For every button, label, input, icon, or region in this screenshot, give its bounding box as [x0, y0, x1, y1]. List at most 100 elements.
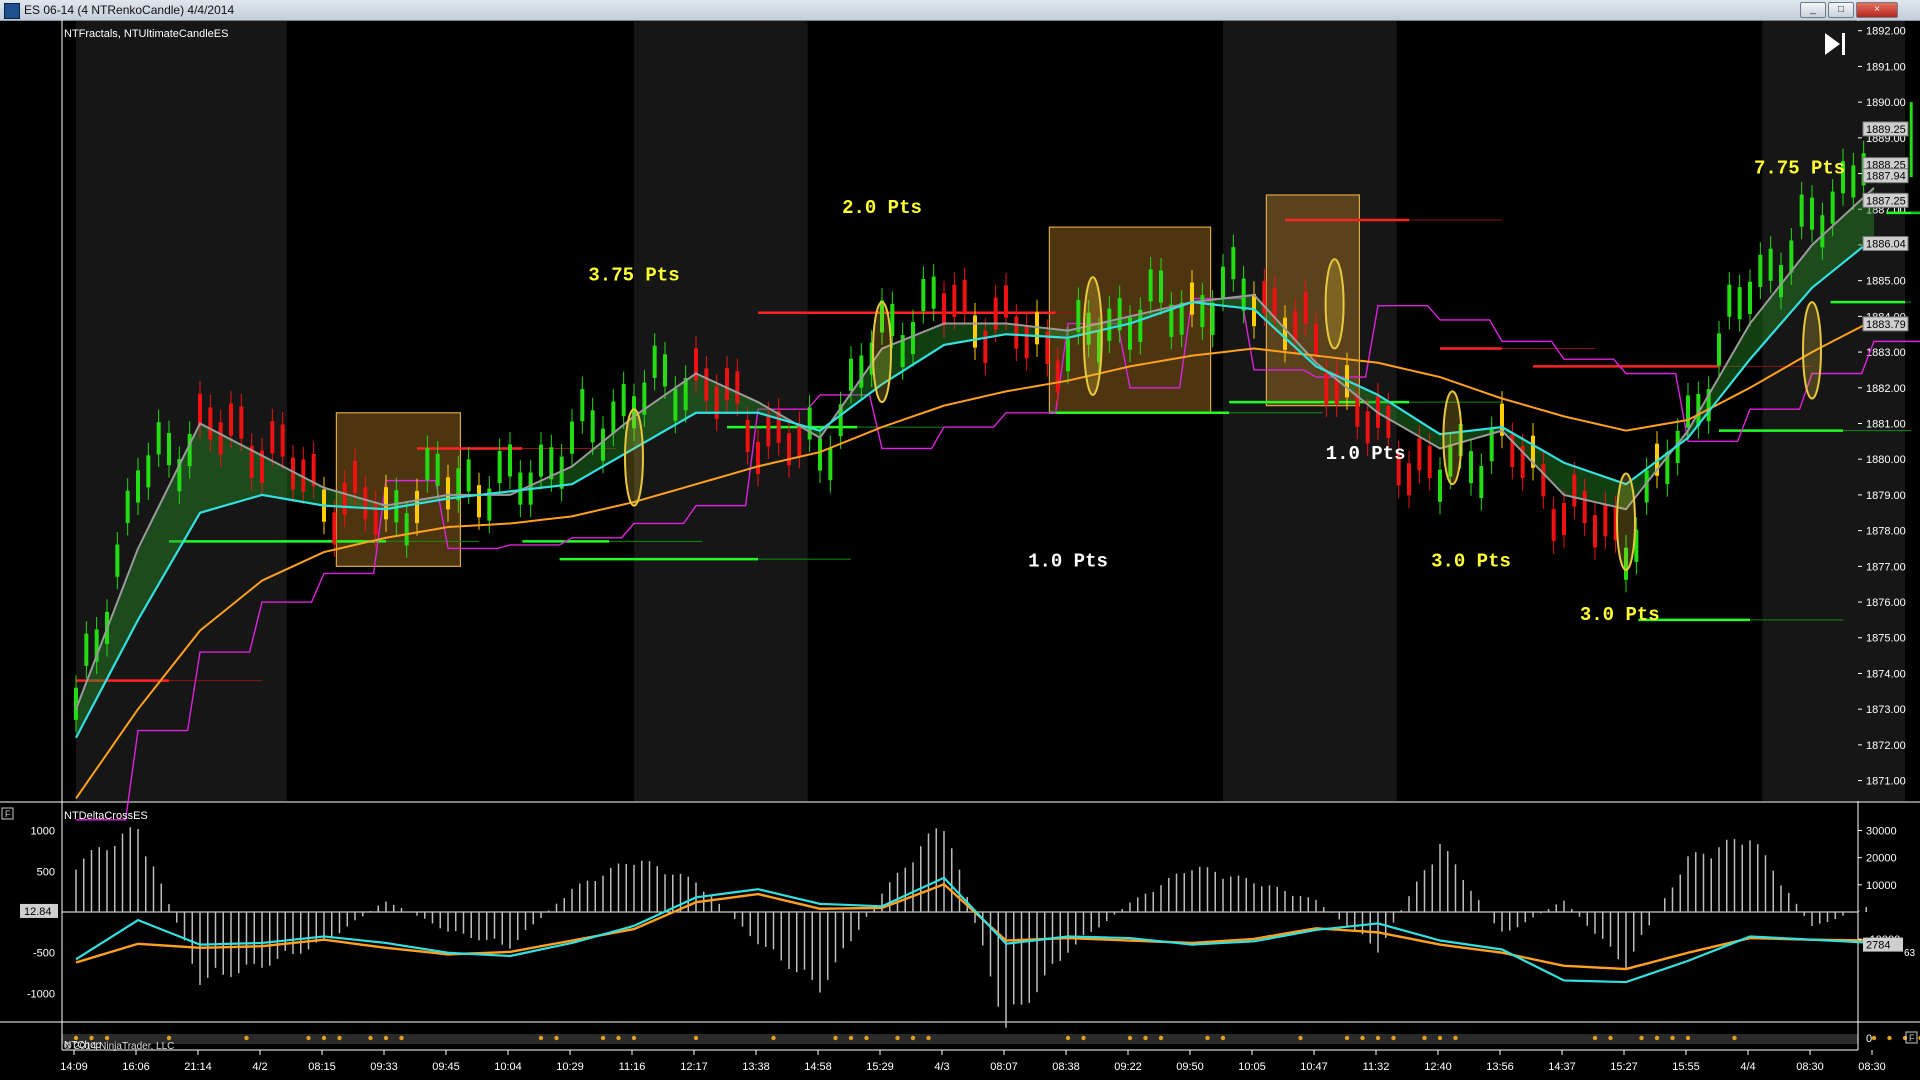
time-tick-label: 09:33 — [370, 1061, 398, 1073]
price-bar — [1004, 285, 1008, 318]
lower-panel-icon[interactable]: F — [1, 807, 14, 820]
time-tick-label: 09:50 — [1176, 1061, 1204, 1073]
chop-dot — [554, 1035, 559, 1041]
signal-ellipse — [1082, 276, 1103, 396]
signal-ellipse — [1324, 258, 1345, 350]
price-bar — [332, 512, 337, 545]
chop-dot — [1887, 1035, 1892, 1041]
chop-dot — [864, 1035, 869, 1041]
time-tick-label: 15:29 — [866, 1061, 894, 1073]
maximize-button[interactable]: □ — [1828, 2, 1854, 18]
price-bar — [1551, 508, 1556, 542]
price-bar — [828, 448, 833, 481]
price-bar — [1603, 504, 1608, 537]
chop-dot — [321, 1035, 327, 1041]
price-bar — [1593, 515, 1597, 548]
time-tick-label: 14:58 — [804, 1061, 832, 1073]
time-tick-label: 11:16 — [619, 1061, 646, 1073]
delta-left-tick: -1000 — [27, 988, 55, 1000]
points-annotation: 7.75 Pts — [1754, 158, 1845, 180]
price-tick-label: 1892.00 — [1866, 26, 1906, 38]
price-bar — [1355, 394, 1360, 427]
price-bar — [1407, 463, 1411, 496]
price-bar — [1179, 302, 1184, 335]
chop-dot — [1360, 1035, 1365, 1041]
price-bar — [477, 485, 481, 518]
price-bar — [663, 354, 667, 387]
points-annotation: 3.0 Pts — [1580, 604, 1660, 626]
chop-dot — [1375, 1035, 1381, 1041]
time-tick-label: 08:38 — [1052, 1061, 1080, 1073]
price-tick-label: 1881.00 — [1866, 418, 1906, 430]
price-bar — [601, 428, 605, 461]
price-bar — [404, 513, 409, 546]
chop-dot — [1670, 1035, 1675, 1041]
delta-right-tick: 20000 — [1866, 853, 1897, 865]
chop-dot — [895, 1035, 900, 1041]
price-bar — [384, 487, 388, 520]
time-tick-label: 13:56 — [1486, 1061, 1514, 1073]
price-bar — [1820, 215, 1825, 248]
price-bar — [1438, 469, 1442, 502]
time-tick-label: 21:14 — [184, 1061, 212, 1073]
lower-indicator-label: NTDeltaCrossES — [64, 810, 148, 822]
price-bar — [1365, 411, 1370, 444]
price-marker-label: 1887.94 — [1866, 171, 1906, 183]
price-bar — [1768, 248, 1773, 281]
chop-dot — [104, 1035, 110, 1041]
chop-dot — [926, 1035, 931, 1041]
price-bar — [156, 422, 161, 455]
chop-dot — [771, 1035, 776, 1041]
price-tick-label: 1877.00 — [1866, 561, 1906, 573]
price-tick-label: 1873.00 — [1866, 704, 1906, 716]
price-tick-label: 1874.00 — [1866, 668, 1906, 680]
price-bar — [1231, 247, 1236, 280]
chop-dot — [337, 1035, 342, 1041]
chop-dot — [1902, 1035, 1908, 1041]
price-tick-label: 1885.00 — [1866, 276, 1906, 288]
footer-panel-icon[interactable]: F — [1905, 1031, 1918, 1044]
svg-text:F: F — [5, 809, 11, 819]
window-title: ES 06-14 (4 NTRenkoCandle) 4/4/2014 — [24, 3, 235, 17]
time-tick-label: 14:09 — [60, 1061, 88, 1073]
indicator-label: NTFractals, NTUltimateCandleES — [64, 28, 228, 40]
price-bar — [229, 403, 233, 436]
signal-ellipse — [1442, 390, 1463, 486]
chop-dot — [1298, 1035, 1303, 1041]
session-band — [76, 21, 287, 801]
chop-dot — [600, 1035, 606, 1041]
price-bar — [621, 384, 626, 417]
points-annotation: 1.0 Pts — [1028, 550, 1108, 572]
price-bar — [167, 433, 171, 466]
price-bar — [849, 358, 853, 391]
price-bar — [1014, 316, 1019, 349]
chop-dot — [1654, 1035, 1660, 1041]
signal-ellipse — [872, 301, 892, 404]
price-bar — [1799, 194, 1804, 227]
chop-dot — [1732, 1035, 1737, 1041]
price-marker-label: 1889.25 — [1866, 124, 1906, 136]
chop-dot — [1127, 1035, 1133, 1041]
chop-dot — [1608, 1035, 1613, 1041]
chart-canvas[interactable]: 1892.001891.001890.001889.001888.001887.… — [0, 20, 1920, 1080]
price-tick-label: 1872.00 — [1866, 740, 1906, 752]
price-bar — [1221, 266, 1225, 299]
price-bar — [425, 448, 430, 481]
price-bar — [1035, 312, 1039, 345]
chop-dot — [1453, 1035, 1458, 1041]
close-button[interactable]: × — [1856, 2, 1898, 18]
chop-dot — [1685, 1035, 1691, 1041]
price-bar — [942, 293, 946, 326]
price-bar — [1107, 308, 1112, 341]
price-bar — [342, 482, 347, 515]
chop-dot — [631, 1035, 637, 1041]
price-bar — [725, 368, 729, 401]
price-bar — [1024, 326, 1029, 359]
price-bar — [239, 406, 244, 439]
price-bar — [1148, 269, 1153, 302]
price-bar — [580, 389, 585, 422]
time-tick-label: 4/3 — [934, 1061, 949, 1073]
price-bar — [1386, 405, 1391, 438]
minimize-button[interactable]: _ — [1800, 2, 1826, 18]
price-bar — [983, 330, 988, 363]
